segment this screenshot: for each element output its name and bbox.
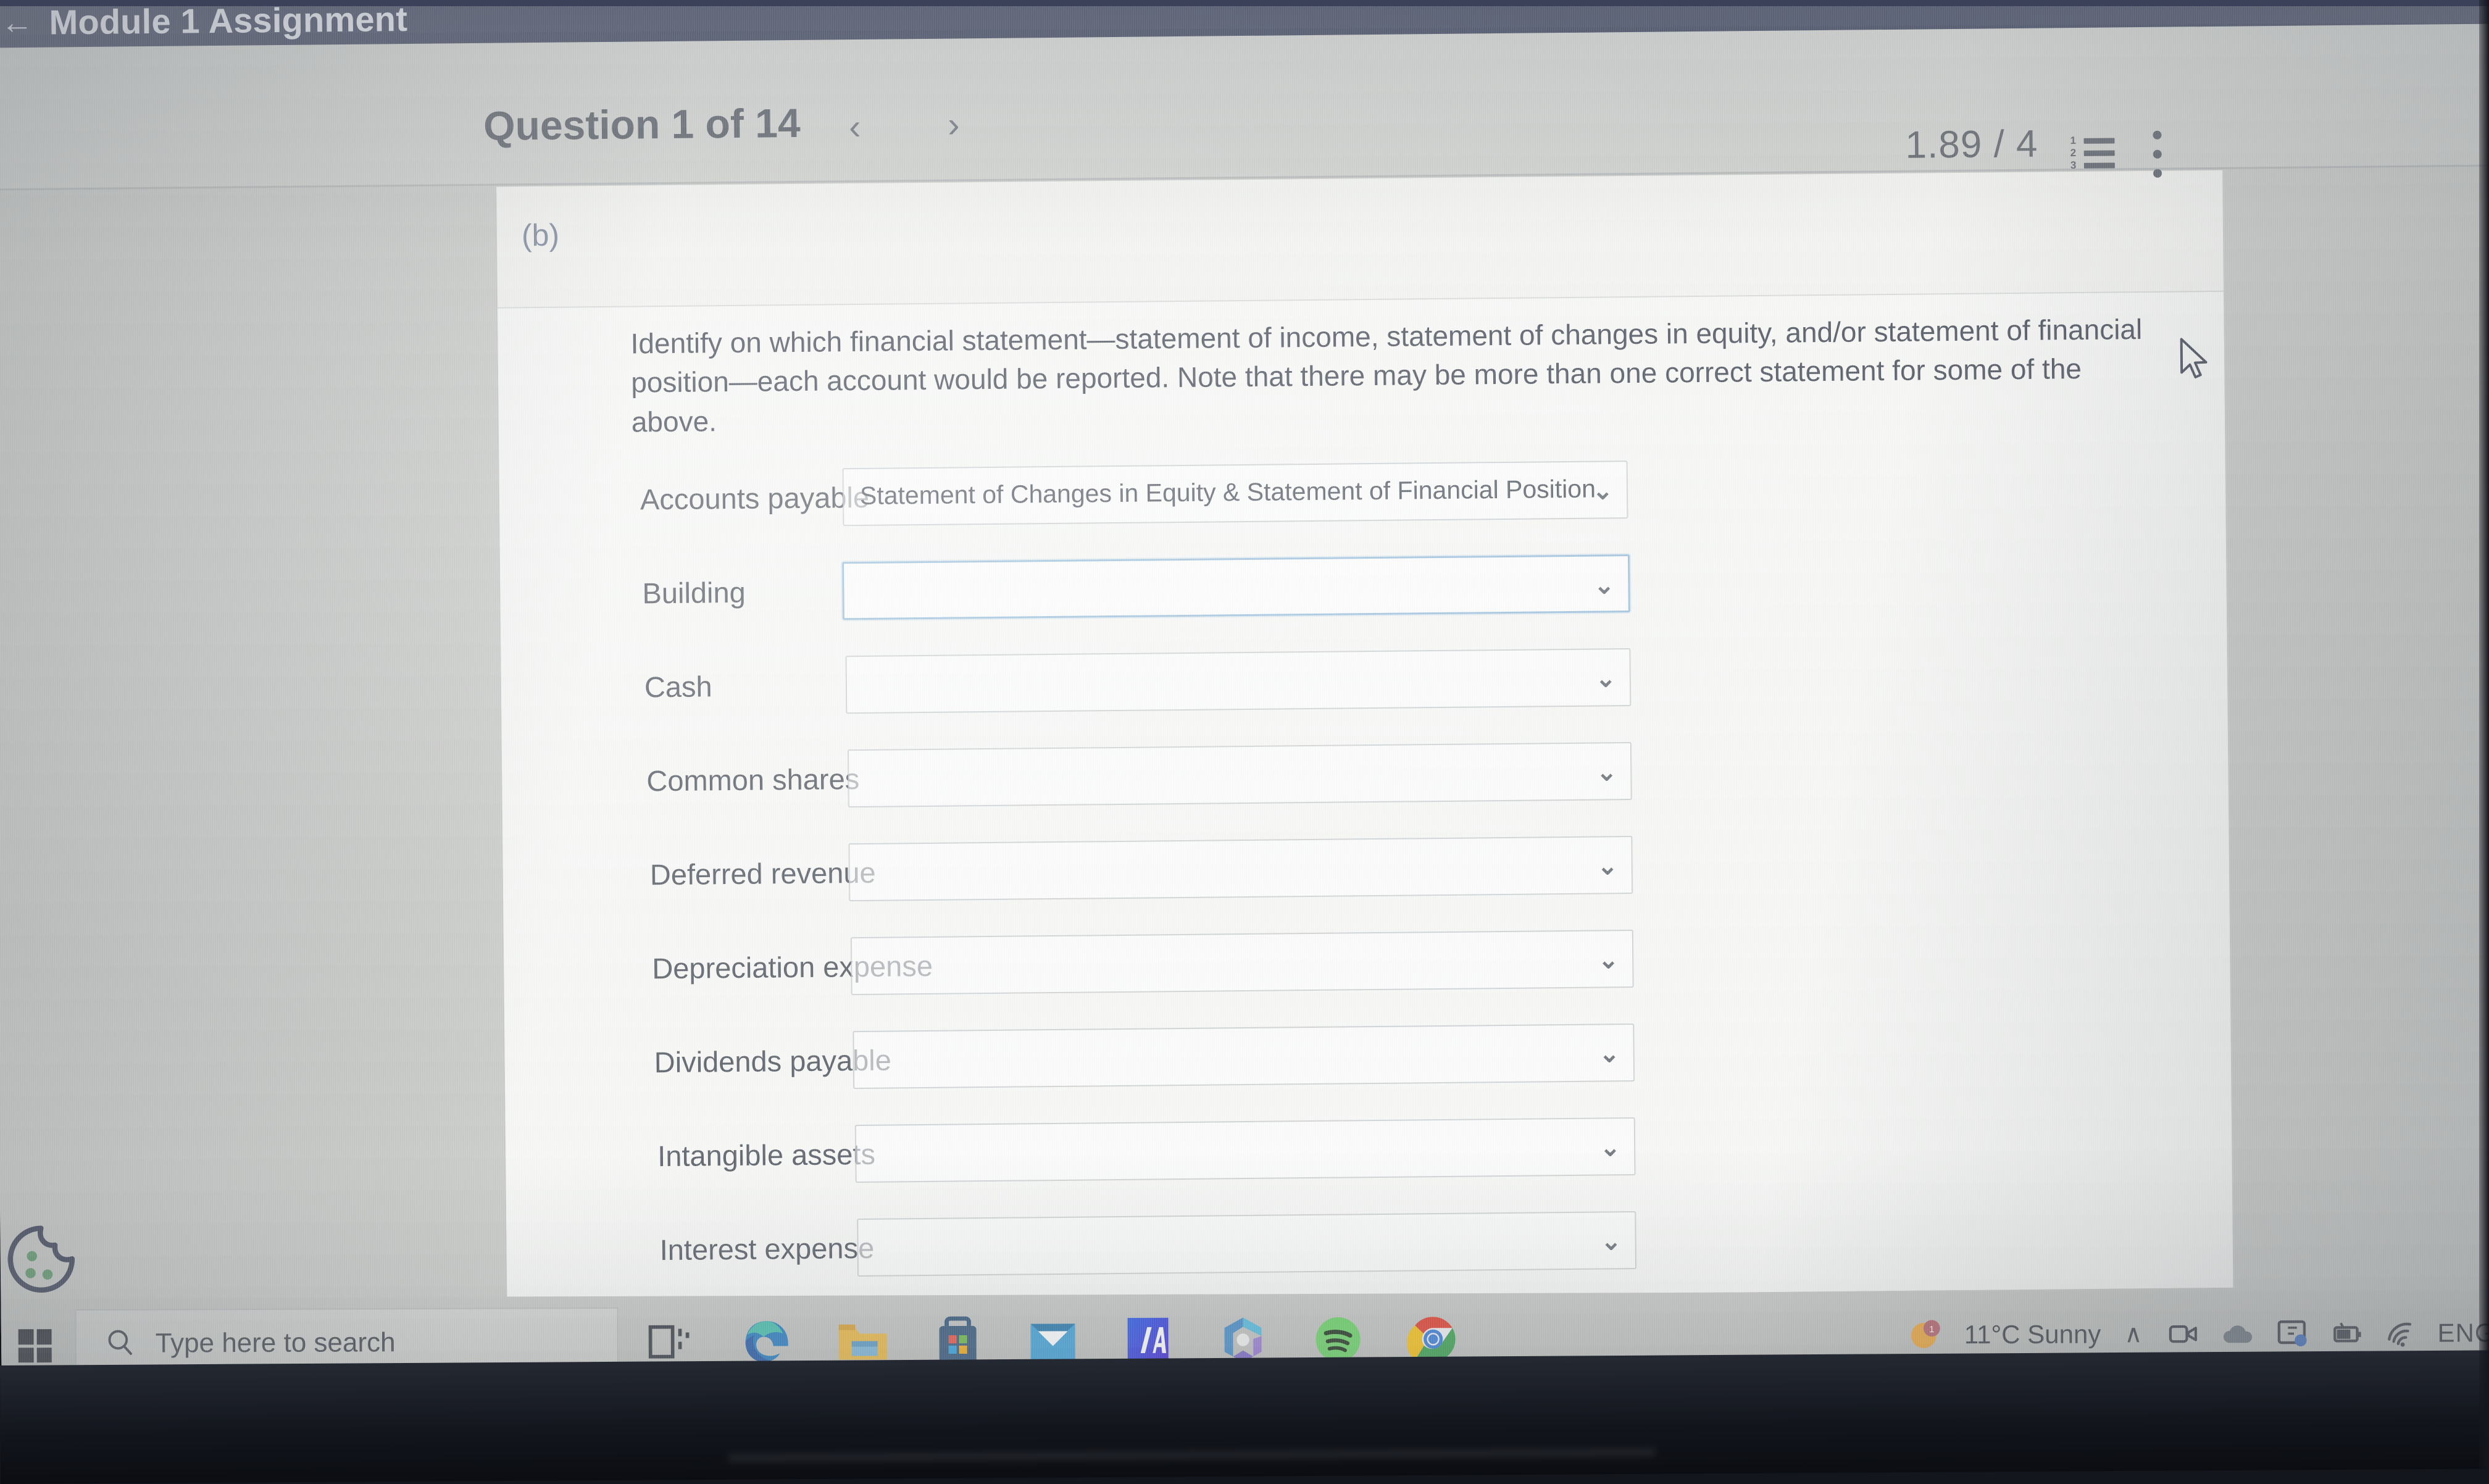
cookie-consent-icon[interactable] [4, 1222, 78, 1296]
weather-widget[interactable]: 1 11°C Sunny [1905, 1311, 2101, 1358]
account-row: Interest expense ⌄ [506, 1197, 2233, 1307]
prev-question-button[interactable]: ‹ [849, 106, 861, 148]
chevron-down-icon: ⌄ [1593, 572, 1615, 599]
account-row: Deferred revenue ⌄ [502, 822, 2229, 932]
weather-sunny-icon: 1 [1905, 1312, 1948, 1358]
statement-select[interactable]: ⌄ [848, 836, 1633, 902]
account-row: Accounts payable Statement of Changes in … [499, 446, 2225, 557]
account-row: Building ⌄ [500, 540, 2227, 651]
screen-bezel-right [2479, 0, 2489, 1484]
statement-select[interactable]: ⌄ [857, 1211, 1637, 1277]
account-label: Intangible assets [657, 1137, 876, 1173]
statement-select[interactable]: ⌄ [850, 929, 1634, 996]
chevron-down-icon: ⌄ [1600, 1228, 1622, 1256]
mouse-pointer-icon [2177, 337, 2212, 385]
part-label: (b) [521, 217, 560, 253]
chevron-down-icon: ⌄ [1597, 852, 1619, 880]
statement-select[interactable]: ⌄ [845, 648, 1632, 714]
weather-text: 11°C Sunny [1964, 1319, 2101, 1349]
screen-bezel-top [0, 0, 2489, 6]
account-label: Common shares [646, 762, 860, 798]
account-row: Cash ⌄ [501, 634, 2227, 744]
statement-select[interactable]: Statement of Changes in Equity & Stateme… [842, 461, 1628, 527]
account-rows: Accounts payable Statement of Changes in … [499, 446, 2233, 1307]
statement-select[interactable]: ⌄ [842, 554, 1630, 620]
chevron-down-icon: ⌄ [1595, 665, 1617, 693]
wifi-icon[interactable] [2383, 1315, 2419, 1351]
statement-select[interactable]: ⌄ [847, 742, 1632, 808]
question-counter: Question 1 of 14 [483, 99, 801, 149]
next-question-button[interactable]: › [948, 104, 960, 145]
account-row: Intangible assets ⌄ [506, 1103, 2232, 1214]
kebab-menu-icon[interactable] [2153, 130, 2166, 179]
screen-photo: ← Module 1 Assignment Question 1 of 14 ‹… [0, 0, 2489, 1484]
chevron-down-icon: ⌄ [1598, 1040, 1620, 1068]
account-label: Deferred revenue [649, 856, 876, 891]
account-row: Depreciation expense ⌄ [504, 915, 2230, 1026]
chevron-down-icon: ⌄ [1599, 1134, 1621, 1162]
account-label: Accounts payable [640, 480, 870, 516]
question-body: Identify on which financial statement—st… [498, 290, 2233, 1307]
app-title: Module 1 Assignment [49, 0, 408, 42]
windows-start-icon[interactable] [7, 1319, 60, 1372]
account-label: Building [642, 575, 746, 610]
score-display: 1.89 / 4 [1905, 122, 2038, 167]
statement-select[interactable]: ⌄ [854, 1117, 1636, 1183]
chevron-down-icon: ⌄ [1598, 946, 1619, 974]
statement-select[interactable]: ⌄ [853, 1023, 1635, 1090]
battery-icon[interactable] [2329, 1315, 2365, 1351]
search-icon [105, 1326, 137, 1361]
statement-select-value: Statement of Changes in Equity & Stateme… [859, 474, 1596, 510]
back-arrow-icon[interactable]: ← [1, 5, 33, 41]
account-label: Cash [644, 670, 712, 704]
chevron-down-icon: ⌄ [1596, 759, 1617, 786]
show-hidden-icons-button[interactable]: ∧ [2124, 1320, 2142, 1348]
laptop-screen: ← Module 1 Assignment Question 1 of 14 ‹… [0, 0, 2489, 1424]
account-row: Common shares ⌄ [502, 728, 2228, 838]
screen-bezel-bottom [0, 1350, 2489, 1484]
svg-text:1: 1 [1929, 1325, 1934, 1335]
account-label: Interest expense [659, 1231, 875, 1267]
question-card: (b) Identify on which financial statemen… [495, 170, 2235, 1307]
numbered-list-icon[interactable]: 1 2 3 [2070, 135, 2115, 173]
question-toolbar: Question 1 of 14 ‹ › 1.89 / 4 1 2 3 [0, 23, 2489, 190]
account-row: Dividends payable ⌄ [504, 1009, 2231, 1120]
onedrive-icon[interactable] [2220, 1316, 2256, 1352]
instructions-text: Identify on which financial statement—st… [630, 313, 2143, 438]
search-placeholder: Type here to search [155, 1327, 396, 1359]
user-account-icon[interactable] [2275, 1315, 2311, 1351]
chevron-down-icon: ⌄ [1592, 477, 1614, 505]
meet-now-icon[interactable] [2166, 1316, 2202, 1352]
